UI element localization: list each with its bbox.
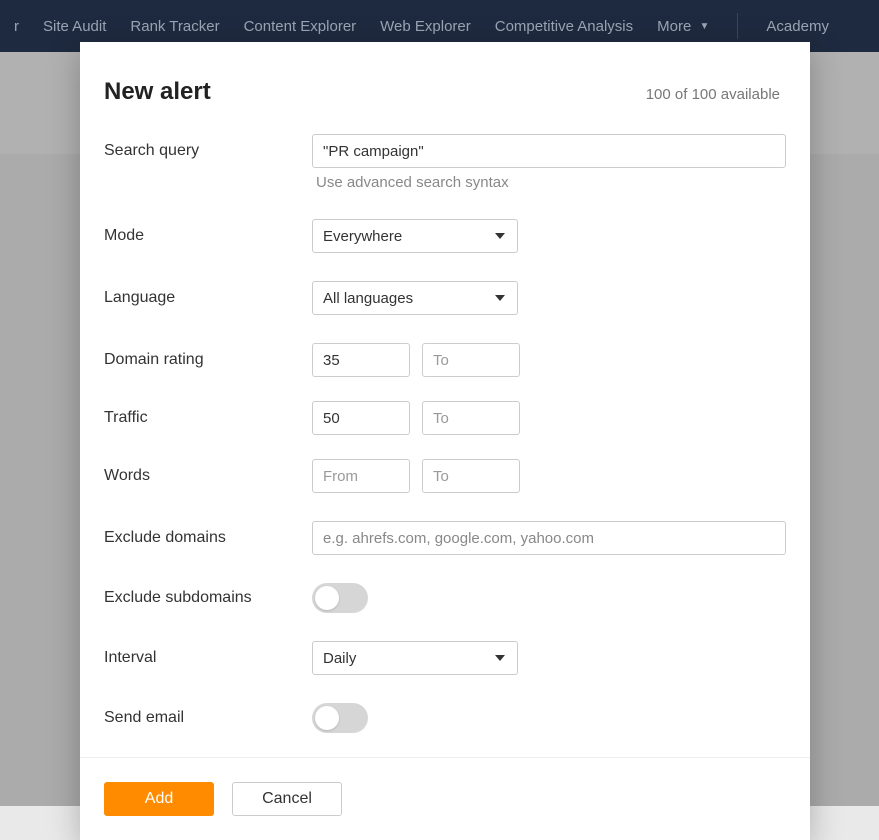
modal-footer: Add Cancel — [80, 757, 810, 840]
row-exclude-domains: Exclude domains — [104, 521, 786, 555]
words-to-input[interactable] — [422, 459, 520, 493]
row-words: Words — [104, 459, 786, 493]
label-exclude-domains: Exclude domains — [104, 529, 312, 547]
row-send-email: Send email — [104, 703, 786, 733]
new-alert-modal: New alert 100 of 100 available Search qu… — [80, 42, 810, 840]
traffic-from-input[interactable] — [312, 401, 410, 435]
nav-item-rank-tracker[interactable]: Rank Tracker — [130, 18, 219, 35]
domain-rating-from-input[interactable] — [312, 343, 410, 377]
toggle-knob — [315, 586, 339, 610]
words-from-input[interactable] — [312, 459, 410, 493]
exclude-subdomains-toggle[interactable] — [312, 583, 368, 613]
chevron-down-icon — [495, 655, 505, 661]
row-language: Language All languages — [104, 281, 786, 315]
row-domain-rating: Domain rating — [104, 343, 786, 377]
toggle-knob — [315, 706, 339, 730]
interval-select[interactable]: Daily — [312, 641, 518, 675]
label-send-email: Send email — [104, 709, 312, 727]
nav-divider — [737, 13, 738, 39]
domain-rating-to-input[interactable] — [422, 343, 520, 377]
modal-title: New alert — [104, 78, 211, 106]
row-interval: Interval Daily — [104, 641, 786, 675]
mode-select-value: Everywhere — [323, 228, 402, 245]
label-words: Words — [104, 467, 312, 485]
cancel-button[interactable]: Cancel — [232, 782, 342, 816]
row-exclude-subdomains: Exclude subdomains — [104, 583, 786, 613]
nav-item-site-audit[interactable]: Site Audit — [43, 18, 106, 35]
nav-item-competitive-analysis[interactable]: Competitive Analysis — [495, 18, 633, 35]
send-email-toggle[interactable] — [312, 703, 368, 733]
add-button[interactable]: Add — [104, 782, 214, 816]
mode-select[interactable]: Everywhere — [312, 219, 518, 253]
chevron-down-icon: ▼ — [700, 21, 710, 32]
label-search-query: Search query — [104, 142, 312, 160]
search-query-input[interactable] — [312, 134, 786, 168]
label-language: Language — [104, 289, 312, 307]
traffic-to-input[interactable] — [422, 401, 520, 435]
nav-item-content-explorer[interactable]: Content Explorer — [244, 18, 357, 35]
nav-item-web-explorer[interactable]: Web Explorer — [380, 18, 471, 35]
modal-header: New alert 100 of 100 available — [80, 42, 810, 124]
row-traffic: Traffic — [104, 401, 786, 435]
search-hint-row: Use advanced search syntax — [104, 174, 786, 191]
label-exclude-subdomains: Exclude subdomains — [104, 589, 312, 607]
advanced-syntax-link[interactable]: Use advanced search syntax — [316, 174, 509, 191]
interval-select-value: Daily — [323, 650, 356, 667]
nav-item-more[interactable]: More ▼ — [657, 18, 709, 35]
alert-form: Search query Use advanced search syntax … — [80, 124, 810, 757]
alerts-available-count: 100 of 100 available — [646, 86, 780, 103]
nav-item-partial[interactable]: r — [14, 18, 19, 35]
language-select-value: All languages — [323, 290, 413, 307]
label-domain-rating: Domain rating — [104, 351, 312, 369]
nav-item-academy[interactable]: Academy — [766, 18, 829, 35]
row-search-query: Search query — [104, 134, 786, 168]
chevron-down-icon — [495, 233, 505, 239]
nav-more-label: More — [657, 18, 691, 35]
language-select[interactable]: All languages — [312, 281, 518, 315]
label-mode: Mode — [104, 227, 312, 245]
label-interval: Interval — [104, 649, 312, 667]
label-traffic: Traffic — [104, 409, 312, 427]
exclude-domains-input[interactable] — [312, 521, 786, 555]
row-mode: Mode Everywhere — [104, 219, 786, 253]
chevron-down-icon — [495, 295, 505, 301]
